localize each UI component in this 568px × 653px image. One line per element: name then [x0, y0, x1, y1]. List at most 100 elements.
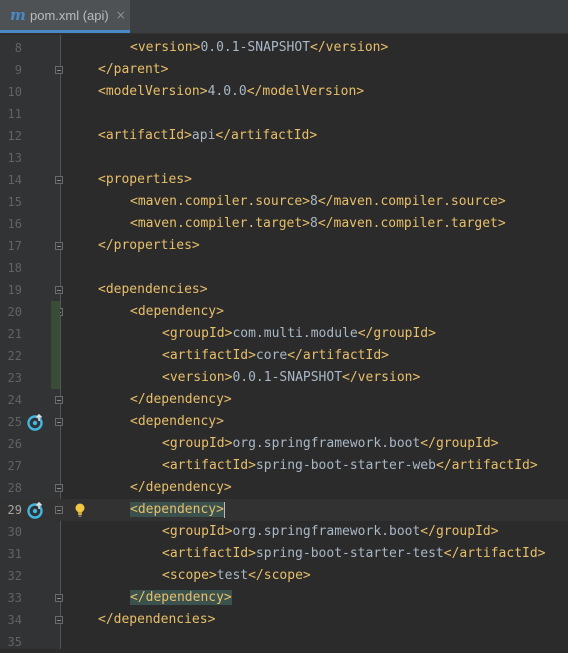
line-number[interactable]: 22	[0, 345, 22, 367]
fold-toggle-icon[interactable]	[55, 66, 63, 74]
code-text[interactable]: </dependency>	[130, 587, 232, 609]
tab-pom-xml[interactable]: m pom.xml (api) ×	[0, 0, 130, 33]
code-text[interactable]: <modelVersion>4.0.0</modelVersion>	[98, 81, 364, 103]
maven-override-icon[interactable]	[27, 501, 45, 519]
code-text[interactable]: <dependency>	[130, 301, 224, 323]
line-number[interactable]: 11	[0, 103, 22, 125]
code-text[interactable]: <artifactId>core</artifactId>	[162, 345, 389, 367]
line-number[interactable]: 13	[0, 147, 22, 169]
code-line[interactable]: 26 <groupId>org.springframework.boot</gro…	[0, 433, 568, 455]
vcs-change-marker[interactable]	[51, 301, 60, 389]
line-number[interactable]: 20	[0, 301, 22, 323]
line-number[interactable]: 18	[0, 257, 22, 279]
code-text[interactable]: <artifactId>spring-boot-starter-web</art…	[162, 455, 538, 477]
code-line[interactable]: 14 <properties>	[0, 169, 568, 191]
code-text[interactable]: </dependency>	[130, 389, 232, 411]
code-line[interactable]: 10 <modelVersion>4.0.0</modelVersion>	[0, 81, 568, 103]
line-number[interactable]: 24	[0, 389, 22, 411]
fold-toggle-icon[interactable]	[55, 484, 63, 492]
code-text[interactable]: <dependencies>	[98, 279, 208, 301]
code-line[interactable]: 23 <version>0.0.1-SNAPSHOT</version>	[0, 367, 568, 389]
fold-toggle-icon[interactable]	[55, 176, 63, 184]
line-number[interactable]: 10	[0, 81, 22, 103]
code-text[interactable]: <properties>	[98, 169, 192, 191]
code-line[interactable]: 9 </parent>	[0, 59, 568, 81]
xml-tag: <groupId>	[162, 326, 233, 341]
code-line[interactable]: 35	[0, 631, 568, 653]
code-line[interactable]: 33 </dependency>	[0, 587, 568, 609]
code-line[interactable]: 21 <groupId>com.multi.module</groupId>	[0, 323, 568, 345]
line-number[interactable]: 16	[0, 213, 22, 235]
fold-toggle-icon[interactable]	[55, 396, 63, 404]
code-line[interactable]: 17 </properties>	[0, 235, 568, 257]
code-text[interactable]: <maven.compiler.target>8</maven.compiler…	[130, 213, 506, 235]
fold-toggle-icon[interactable]	[55, 418, 63, 426]
code-line[interactable]: 18	[0, 257, 568, 279]
line-number[interactable]: 28	[0, 477, 22, 499]
fold-toggle-icon[interactable]	[55, 616, 63, 624]
fold-toggle-icon[interactable]	[55, 506, 63, 514]
line-number[interactable]: 19	[0, 279, 22, 301]
fold-toggle-icon[interactable]	[55, 594, 63, 602]
line-number[interactable]: 23	[0, 367, 22, 389]
code-text[interactable]: <artifactId>api</artifactId>	[98, 125, 317, 147]
code-line[interactable]: 22 <artifactId>core</artifactId>	[0, 345, 568, 367]
code-text[interactable]: <groupId>com.multi.module</groupId>	[162, 323, 436, 345]
code-text[interactable]: <artifactId>spring-boot-starter-test</ar…	[162, 543, 546, 565]
code-text[interactable]: <groupId>org.springframework.boot</group…	[162, 433, 499, 455]
code-text[interactable]: <groupId>org.springframework.boot</group…	[162, 521, 499, 543]
code-line[interactable]: 32 <scope>test</scope>	[0, 565, 568, 587]
code-line[interactable]: 24 </dependency>	[0, 389, 568, 411]
code-text[interactable]: <version>0.0.1-SNAPSHOT</version>	[130, 37, 388, 59]
code-line[interactable]: 28 </dependency>	[0, 477, 568, 499]
code-line[interactable]: 13	[0, 147, 568, 169]
code-text[interactable]: <maven.compiler.source>8</maven.compiler…	[130, 191, 506, 213]
line-number[interactable]: 34	[0, 609, 22, 631]
code-line[interactable]: 19 <dependencies>	[0, 279, 568, 301]
line-number[interactable]: 35	[0, 631, 22, 653]
code-line[interactable]: 25 <dependency>	[0, 411, 568, 433]
code-line[interactable]: 16 <maven.compiler.target>8</maven.compil…	[0, 213, 568, 235]
line-number[interactable]: 29	[0, 499, 22, 521]
line-number[interactable]: 8	[0, 37, 22, 59]
line-number[interactable]: 33	[0, 587, 22, 609]
code-line[interactable]: 29 <dependency>	[0, 499, 568, 521]
code-text[interactable]: <version>0.0.1-SNAPSHOT</version>	[162, 367, 420, 389]
line-number[interactable]: 26	[0, 433, 22, 455]
line-number[interactable]: 14	[0, 169, 22, 191]
code-text[interactable]: <dependency>	[130, 499, 225, 521]
line-number[interactable]: 30	[0, 521, 22, 543]
code-text[interactable]: </properties>	[98, 235, 200, 257]
xml-tag: </artifactId>	[287, 348, 389, 363]
xml-tag: </groupId>	[357, 326, 436, 341]
code-line[interactable]: 31 <artifactId>spring-boot-starter-test</…	[0, 543, 568, 565]
fold-toggle-icon[interactable]	[55, 286, 63, 294]
line-number[interactable]: 25	[0, 411, 22, 433]
code-line[interactable]: 12 <artifactId>api</artifactId>	[0, 125, 568, 147]
line-number[interactable]: 17	[0, 235, 22, 257]
close-icon[interactable]: ×	[116, 9, 126, 21]
code-line[interactable]: 15 <maven.compiler.source>8</maven.compil…	[0, 191, 568, 213]
fold-toggle-icon[interactable]	[55, 242, 63, 250]
line-number[interactable]: 32	[0, 565, 22, 587]
line-number[interactable]: 21	[0, 323, 22, 345]
code-text[interactable]: <dependency>	[130, 411, 224, 433]
code-line[interactable]: 27 <artifactId>spring-boot-starter-web</a…	[0, 455, 568, 477]
code-editor[interactable]: 8 <version>0.0.1-SNAPSHOT</version> 9 </par…	[0, 35, 568, 649]
line-number[interactable]: 9	[0, 59, 22, 81]
code-line[interactable]: 30 <groupId>org.springframework.boot</gro…	[0, 521, 568, 543]
maven-override-icon[interactable]	[27, 413, 45, 431]
line-number[interactable]: 27	[0, 455, 22, 477]
code-text[interactable]: <scope>test</scope>	[162, 565, 311, 587]
code-text[interactable]: </dependency>	[130, 477, 232, 499]
code-line[interactable]: 8 <version>0.0.1-SNAPSHOT</version>	[0, 37, 568, 59]
line-number[interactable]: 12	[0, 125, 22, 147]
code-text[interactable]: </parent>	[98, 59, 168, 81]
code-line[interactable]: 20 <dependency>	[0, 301, 568, 323]
line-number[interactable]: 31	[0, 543, 22, 565]
lightbulb-icon[interactable]	[73, 502, 87, 518]
code-text[interactable]: </dependencies>	[98, 609, 215, 631]
code-line[interactable]: 11	[0, 103, 568, 125]
line-number[interactable]: 15	[0, 191, 22, 213]
code-line[interactable]: 34 </dependencies>	[0, 609, 568, 631]
